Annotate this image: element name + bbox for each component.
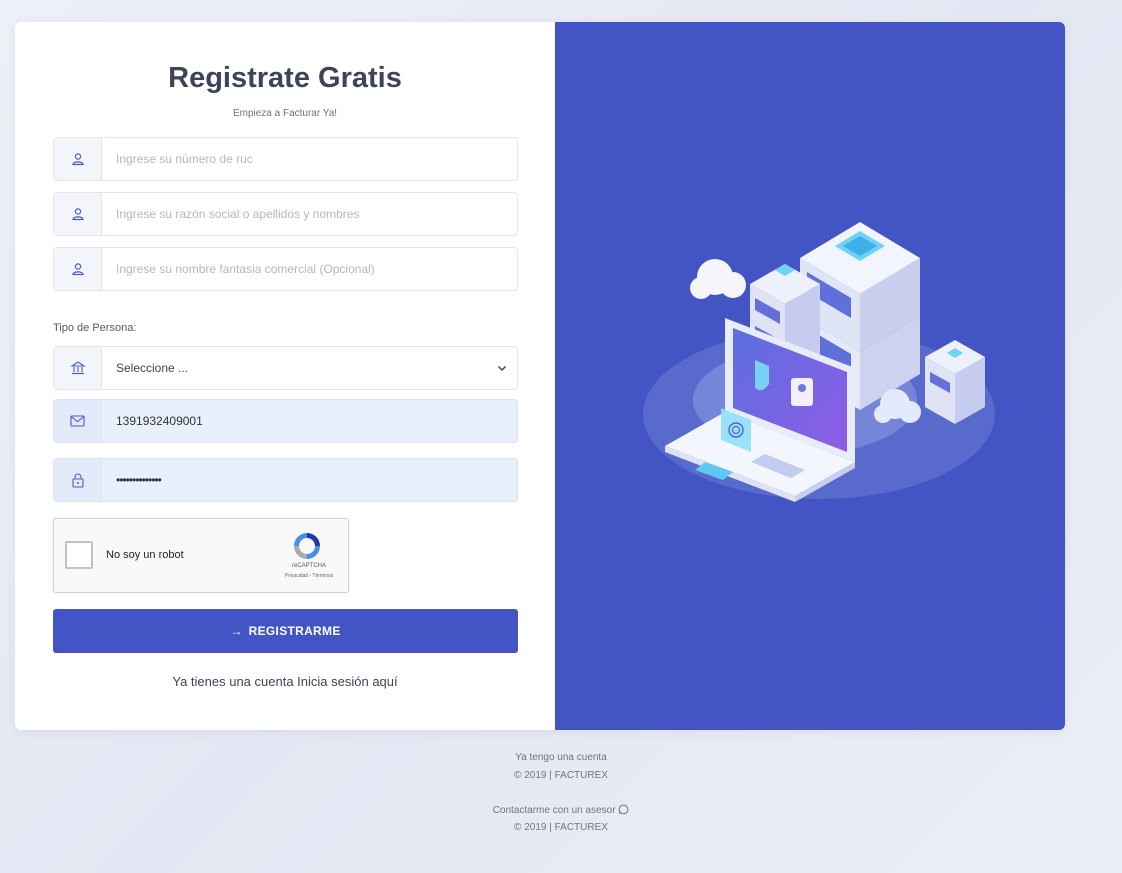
razon-social-field <box>53 192 518 236</box>
recaptcha-label: No soy un robot <box>106 549 184 561</box>
tipo-persona-label: Tipo de Persona: <box>53 322 137 334</box>
tipo-persona-selected: Seleccione ... <box>116 361 189 375</box>
lock-icon <box>54 459 102 501</box>
user-icon <box>54 193 102 235</box>
nombre-fantasia-input[interactable] <box>102 248 517 290</box>
form-pane: Registrate Gratis Empieza a Facturar Ya!… <box>15 22 555 730</box>
register-card: Registrate Gratis Empieza a Facturar Ya!… <box>15 22 1065 730</box>
login-line: Ya tienes una cuenta Inicia sesión aquí <box>15 674 555 689</box>
illustration-pane <box>555 22 1065 730</box>
email-input[interactable] <box>102 400 517 442</box>
footer-copyright: © 2019 | FACTUREX <box>514 770 608 781</box>
recaptcha-widget: No soy un robot reCAPTCHA Privacidad - T… <box>53 518 349 593</box>
password-input[interactable] <box>102 459 517 501</box>
nombre-fantasia-field <box>53 247 518 291</box>
recaptcha-links[interactable]: Privacidad - Términos <box>276 573 342 579</box>
footer-contact[interactable]: Contactarme con un asesor <box>0 804 1122 818</box>
server-laptop-illustration <box>643 222 995 502</box>
arrow-right-icon: → <box>230 624 243 638</box>
recaptcha-checkbox[interactable] <box>65 541 93 569</box>
footer-have-account[interactable]: Ya tengo una cuenta <box>0 752 1122 763</box>
page-subtitle: Empieza a Facturar Ya! <box>232 108 338 119</box>
email-field <box>53 399 518 443</box>
tipo-persona-select[interactable]: Seleccione ... <box>53 346 518 390</box>
bank-icon <box>54 347 102 389</box>
ruc-input[interactable] <box>102 138 517 180</box>
user-icon <box>54 248 102 290</box>
razon-social-input[interactable] <box>102 193 517 235</box>
password-field <box>53 458 518 502</box>
footer-copyright-2: © 2019 | FACTUREX <box>514 822 608 833</box>
whatsapp-icon <box>618 804 629 818</box>
recaptcha-brand: reCAPTCHA <box>291 563 326 569</box>
login-prefix: Ya tienes una cuenta <box>172 674 294 689</box>
register-button-label: REGISTRARME <box>248 624 341 638</box>
envelope-icon <box>54 400 102 442</box>
ruc-field <box>53 137 518 181</box>
footer-contact-label: Contactarme con un asesor <box>492 805 616 816</box>
chevron-down-icon <box>487 347 517 389</box>
login-link[interactable]: Inicia sesión aquí <box>297 674 397 689</box>
user-icon <box>54 138 102 180</box>
page-title: Registrate Gratis <box>168 62 402 94</box>
register-button[interactable]: → REGISTRARME <box>53 609 518 653</box>
